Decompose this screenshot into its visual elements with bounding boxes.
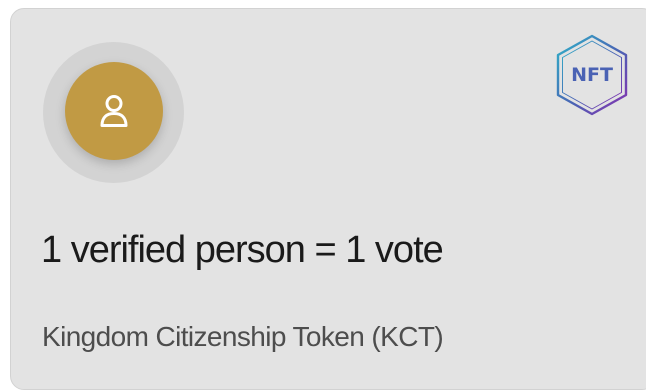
card-headline: 1 verified person = 1 vote [41,229,444,271]
user-icon [100,95,128,127]
avatar [65,62,163,160]
card-subtitle: Kingdom Citizenship Token (KCT) [42,321,444,352]
kct-info-card: NFT 1 verified person = 1 vote Kingdom C… [10,8,646,390]
avatar-ring [43,42,184,183]
nft-badge: NFT [554,33,630,117]
nft-badge-label: NFT [571,64,613,86]
